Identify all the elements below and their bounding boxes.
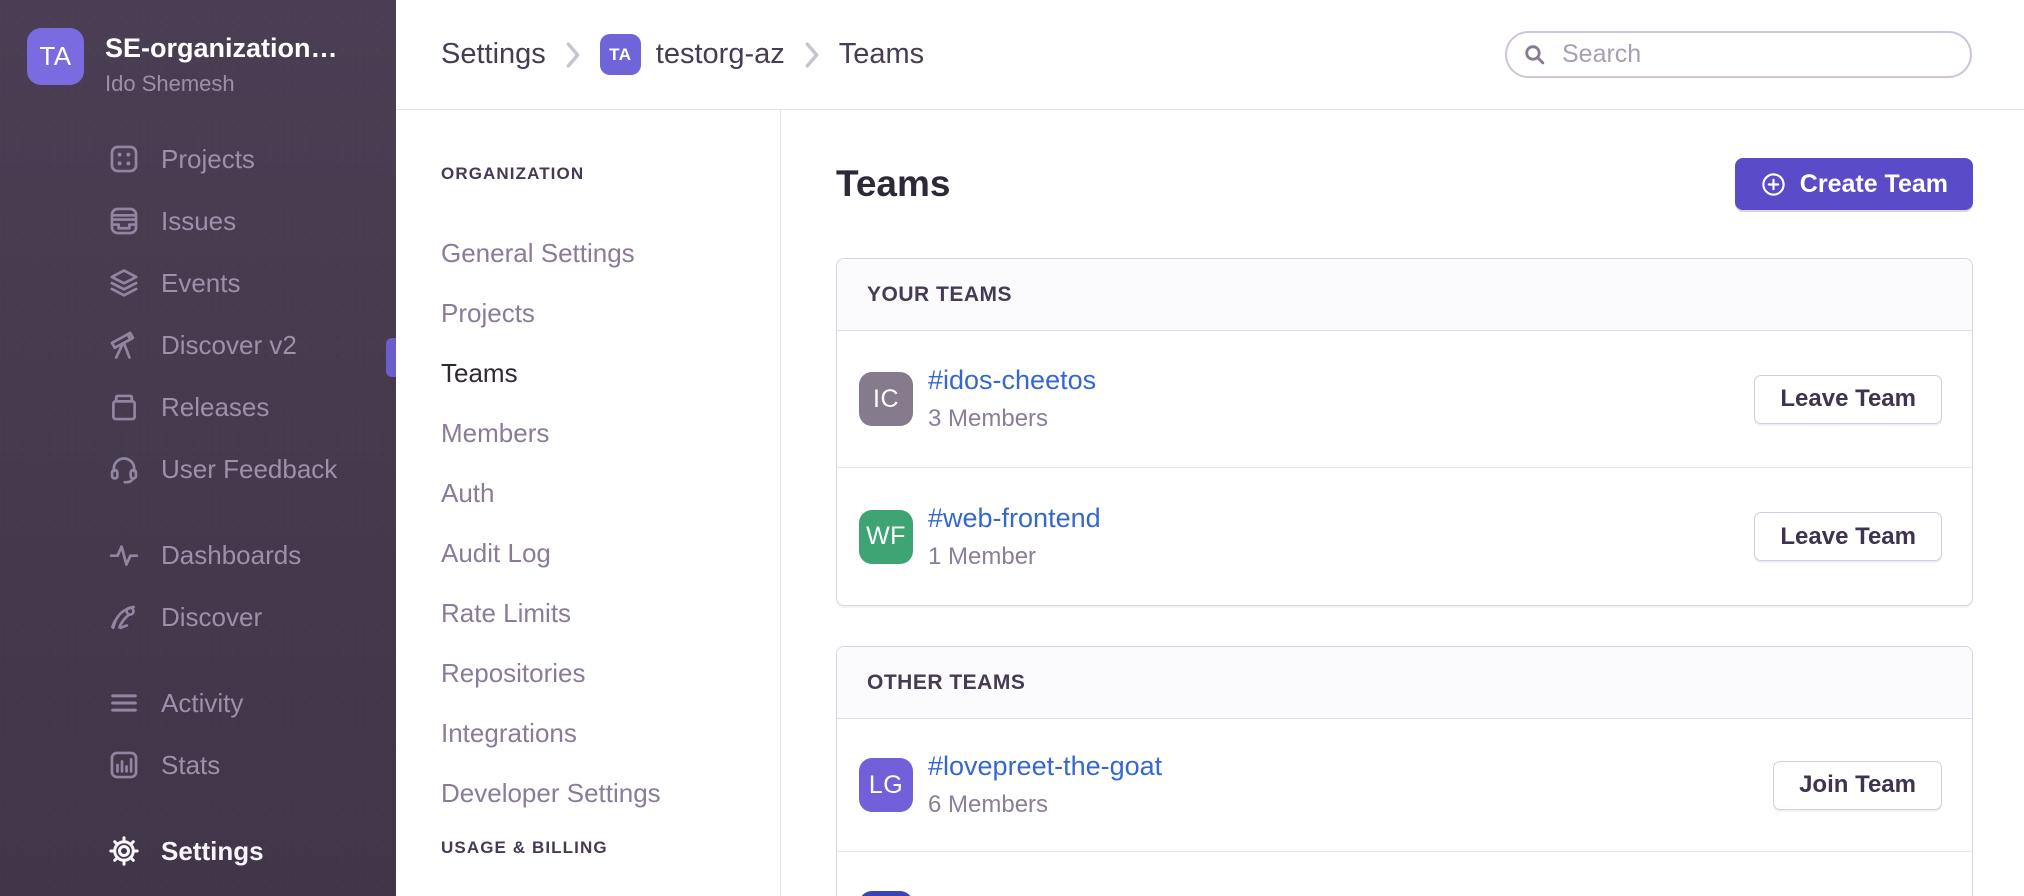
- sidebar-item-activity[interactable]: Activity: [0, 672, 396, 734]
- sidebar-active-indicator: [386, 338, 396, 377]
- settings-nav-section-usage-billing: USAGE & BILLING: [441, 838, 780, 858]
- settings-nav-item-teams[interactable]: Teams: [441, 358, 780, 389]
- leave-team-button[interactable]: Leave Team: [1754, 375, 1942, 424]
- your-teams-panel: YOUR TEAMS IC #idos-cheetos 3 Members Le…: [836, 258, 1973, 606]
- org-switcher[interactable]: TA SE-organization… Ido Shemesh: [0, 0, 396, 97]
- sidebar-item-label: Projects: [161, 144, 255, 175]
- page-title: Teams: [836, 163, 951, 205]
- sidebar-item-releases[interactable]: Releases: [0, 376, 396, 438]
- sidebar-item-label: Activity: [161, 688, 243, 719]
- org-badge: TA: [600, 34, 641, 75]
- panel-header: YOUR TEAMS: [837, 259, 1972, 331]
- panel-header: OTHER TEAMS: [837, 647, 1972, 719]
- team-link[interactable]: #web-frontend: [928, 503, 1101, 534]
- sidebar-item-label: Stats: [161, 750, 220, 781]
- top-header: Settings TA testorg-az Teams: [396, 0, 2024, 110]
- sidebar-nav: Projects Issues: [0, 128, 396, 882]
- settings-nav-item-general-settings[interactable]: General Settings: [441, 238, 780, 269]
- issues-icon: [103, 204, 145, 238]
- settings-nav: ORGANIZATION General Settings Projects T…: [396, 110, 781, 896]
- telescope-icon: [103, 328, 145, 362]
- sidebar-item-projects[interactable]: Projects: [0, 128, 396, 190]
- team-info: #idos-cheetos 3 Members: [928, 365, 1096, 433]
- team-row: LG #lovepreet-the-goat 6 Members Join Te…: [837, 719, 1972, 852]
- pulse-icon: [103, 538, 145, 572]
- team-member-count: 1 Member: [928, 543, 1101, 571]
- projects-icon: [103, 142, 145, 176]
- sidebar-item-label: Events: [161, 268, 241, 299]
- settings-nav-item-auth[interactable]: Auth: [441, 478, 780, 509]
- global-search: [1505, 31, 1972, 78]
- gear-icon: [103, 833, 145, 869]
- breadcrumb-current-page: Teams: [839, 38, 924, 71]
- breadcrumb-settings-link[interactable]: Settings: [441, 38, 546, 71]
- create-team-label: Create Team: [1800, 170, 1948, 199]
- sentry-settings-page: TA SE-organization… Ido Shemesh Projects: [0, 0, 2024, 896]
- plus-circle-icon: [1760, 171, 1787, 198]
- sidebar-item-label: User Feedback: [161, 454, 337, 485]
- breadcrumb-org-label: testorg-az: [656, 38, 785, 71]
- breadcrumb: Settings TA testorg-az Teams: [441, 34, 924, 75]
- sidebar-item-label: Releases: [161, 392, 269, 423]
- join-team-button[interactable]: Join Team: [1773, 761, 1942, 810]
- sidebar-item-discover-v2[interactable]: Discover v2: [0, 314, 396, 376]
- title-row: Teams Create Team: [836, 158, 1973, 210]
- chevron-right-icon: [804, 41, 820, 69]
- team-row-partial: [837, 852, 1972, 896]
- main-sidebar: TA SE-organization… Ido Shemesh Projects: [0, 0, 396, 896]
- settings-nav-item-audit-log[interactable]: Audit Log: [441, 538, 780, 569]
- events-icon: [103, 266, 145, 300]
- search-input[interactable]: [1505, 31, 1972, 78]
- settings-nav-item-rate-limits[interactable]: Rate Limits: [441, 598, 780, 629]
- other-teams-panel: OTHER TEAMS LG #lovepreet-the-goat 6 Mem…: [836, 646, 1973, 896]
- sidebar-item-user-feedback[interactable]: User Feedback: [0, 438, 396, 500]
- sidebar-item-label: Issues: [161, 206, 236, 237]
- releases-icon: [103, 390, 145, 424]
- sidebar-item-issues[interactable]: Issues: [0, 190, 396, 252]
- breadcrumb-org-link[interactable]: TA testorg-az: [600, 34, 785, 75]
- sidebar-item-stats[interactable]: Stats: [0, 734, 396, 796]
- team-info: #lovepreet-the-goat 6 Members: [928, 751, 1162, 819]
- sidebar-item-label: Discover v2: [161, 330, 297, 361]
- team-row: WF #web-frontend 1 Member Leave Team: [837, 468, 1972, 605]
- settings-nav-item-integrations[interactable]: Integrations: [441, 718, 780, 749]
- create-team-button[interactable]: Create Team: [1735, 158, 1973, 210]
- chevron-right-icon: [565, 41, 581, 69]
- team-info: #web-frontend 1 Member: [928, 503, 1101, 571]
- rocket-icon: [103, 600, 145, 634]
- right-column: Settings TA testorg-az Teams: [396, 0, 2024, 896]
- team-member-count: 3 Members: [928, 405, 1096, 433]
- sidebar-item-dashboards[interactable]: Dashboards: [0, 524, 396, 586]
- sidebar-item-events[interactable]: Events: [0, 252, 396, 314]
- team-row: IC #idos-cheetos 3 Members Leave Team: [837, 331, 1972, 468]
- team-avatar: LG: [859, 758, 913, 812]
- activity-lines-icon: [103, 686, 145, 720]
- bar-chart-icon: [103, 748, 145, 782]
- team-avatar: WF: [859, 510, 913, 564]
- org-avatar: TA: [27, 28, 84, 85]
- team-avatar: IC: [859, 372, 913, 426]
- team-link[interactable]: #lovepreet-the-goat: [928, 751, 1162, 782]
- team-member-count: 6 Members: [928, 791, 1162, 819]
- settings-nav-section-organization: ORGANIZATION: [441, 164, 780, 184]
- org-name: SE-organization…: [105, 33, 338, 64]
- team-avatar: [859, 891, 913, 896]
- sidebar-item-label: Settings: [161, 836, 264, 867]
- search-icon: [1522, 42, 1547, 72]
- settings-nav-item-repositories[interactable]: Repositories: [441, 658, 780, 689]
- user-name: Ido Shemesh: [105, 71, 338, 97]
- sidebar-item-label: Dashboards: [161, 540, 301, 571]
- team-link[interactable]: #idos-cheetos: [928, 365, 1096, 396]
- settings-nav-item-developer-settings[interactable]: Developer Settings: [441, 778, 780, 809]
- sidebar-item-discover[interactable]: Discover: [0, 586, 396, 648]
- headset-icon: [103, 452, 145, 486]
- settings-body: ORGANIZATION General Settings Projects T…: [396, 110, 2024, 896]
- sidebar-item-settings[interactable]: Settings: [0, 820, 396, 882]
- org-meta: SE-organization… Ido Shemesh: [105, 28, 338, 97]
- sidebar-item-label: Discover: [161, 602, 262, 633]
- settings-nav-item-projects[interactable]: Projects: [441, 298, 780, 329]
- settings-nav-item-members[interactable]: Members: [441, 418, 780, 449]
- leave-team-button[interactable]: Leave Team: [1754, 512, 1942, 561]
- teams-content: Teams Create Team YOUR TEAMS IC: [781, 110, 2024, 896]
